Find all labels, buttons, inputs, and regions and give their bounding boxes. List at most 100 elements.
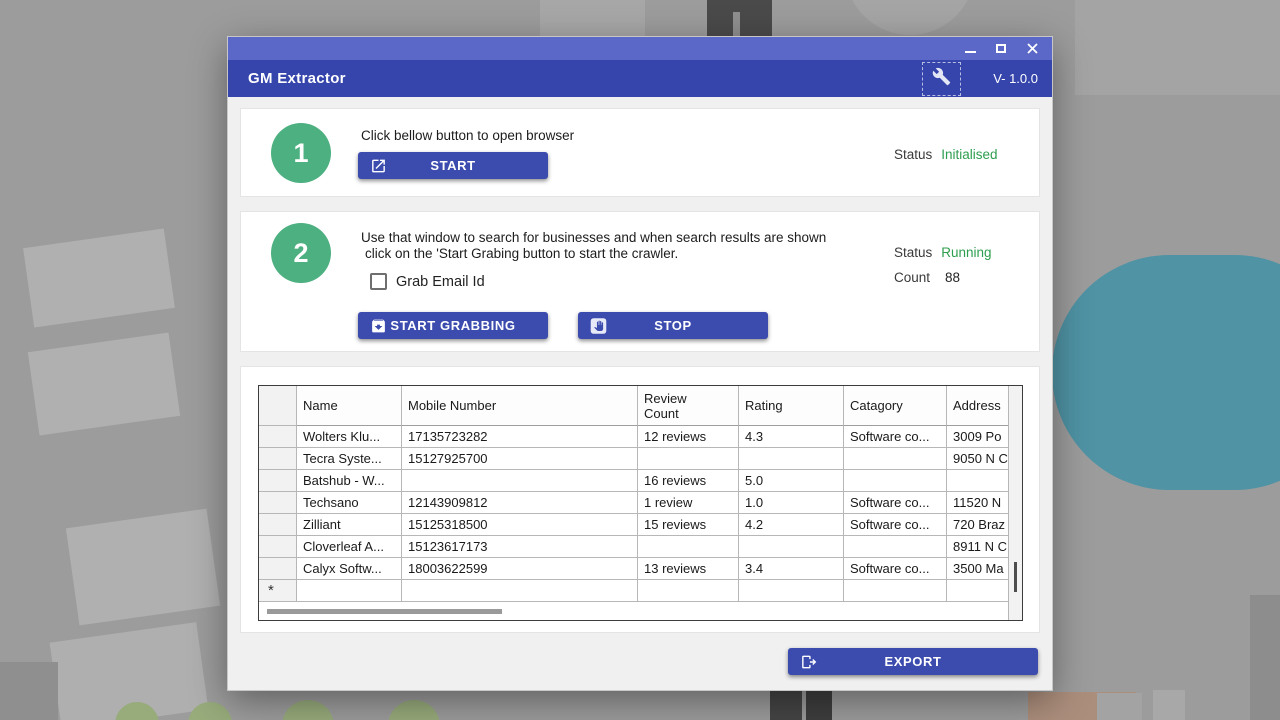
step2-count: Count 88 [894, 270, 960, 285]
table-cell[interactable]: Calyx Softw... [297, 558, 402, 580]
table-cell[interactable]: Software co... [844, 492, 947, 514]
table-row: Tecra Syste...15127925700 9050 N C [259, 448, 1008, 470]
open-in-new-icon [370, 157, 387, 174]
table-cell[interactable]: Techsano [297, 492, 402, 514]
stop-button[interactable]: STOP [578, 312, 768, 339]
table-cell[interactable] [638, 448, 739, 470]
grab-email-label: Grab Email Id [396, 274, 485, 290]
table-cell[interactable]: 9050 N C [947, 448, 1008, 470]
horizontal-scrollbar[interactable] [259, 603, 1008, 620]
column-header-address[interactable]: Address [947, 386, 1008, 426]
export-button-label: EXPORT [884, 654, 941, 669]
status-label: Status [894, 147, 932, 162]
table-cell[interactable]: 15125318500 [402, 514, 638, 536]
table-cell[interactable] [947, 470, 1008, 492]
background-teal-blob [1052, 255, 1280, 490]
settings-tools-button[interactable] [922, 62, 961, 96]
background-shape [282, 700, 334, 720]
table-cell[interactable]: Tecra Syste... [297, 448, 402, 470]
column-header-review-count[interactable]: Review Count [638, 386, 739, 426]
app-title: GM Extractor [248, 70, 346, 87]
table-cell[interactable] [638, 580, 739, 602]
table-cell[interactable] [844, 536, 947, 558]
row-header-cell[interactable] [259, 514, 297, 536]
table-cell[interactable]: Software co... [844, 514, 947, 536]
table-cell[interactable]: 3500 Ma [947, 558, 1008, 580]
column-header-name[interactable]: Name [297, 386, 402, 426]
maximize-icon[interactable] [995, 43, 1007, 55]
table-cell[interactable] [638, 536, 739, 558]
table-corner-cell[interactable] [259, 386, 297, 426]
table-cell[interactable]: 3.4 [739, 558, 844, 580]
table-cell[interactable] [402, 470, 638, 492]
step2-card: 2 Use that window to search for business… [240, 211, 1040, 352]
table-cell[interactable] [844, 470, 947, 492]
table-cell[interactable]: Software co... [844, 558, 947, 580]
table-cell[interactable]: 15127925700 [402, 448, 638, 470]
table-cell[interactable]: 3009 Po [947, 426, 1008, 448]
background-shape [733, 12, 740, 37]
step2-number-badge: 2 [271, 223, 331, 283]
table-cell[interactable]: 1.0 [739, 492, 844, 514]
table-cell[interactable]: 5.0 [739, 470, 844, 492]
table-rows: Wolters Klu...1713572328212 reviews4.3So… [259, 426, 1008, 602]
table-cell[interactable]: 11520 N [947, 492, 1008, 514]
background-shape [66, 509, 220, 626]
table-cell[interactable]: 4.2 [739, 514, 844, 536]
table-cell[interactable] [402, 580, 638, 602]
start-button[interactable]: START [358, 152, 548, 179]
results-table: NameMobile NumberReview CountRatingCatag… [258, 385, 1023, 621]
tools-icon [932, 67, 951, 91]
start-grabbing-button[interactable]: START GRABBING [358, 312, 548, 339]
table-cell[interactable]: 12143909812 [402, 492, 638, 514]
table-cell[interactable]: 15 reviews [638, 514, 739, 536]
vertical-scrollbar-thumb[interactable] [1014, 562, 1017, 592]
export-button[interactable]: EXPORT [788, 648, 1038, 675]
grab-email-checkbox[interactable] [370, 273, 387, 290]
table-cell[interactable] [739, 448, 844, 470]
table-cell[interactable]: Cloverleaf A... [297, 536, 402, 558]
vertical-scrollbar[interactable] [1008, 386, 1022, 620]
table-cell[interactable] [844, 580, 947, 602]
row-header-cell[interactable] [259, 558, 297, 580]
table-cell[interactable]: 4.3 [739, 426, 844, 448]
table-cell[interactable]: 720 Braz [947, 514, 1008, 536]
table-cell[interactable]: Batshub - W... [297, 470, 402, 492]
row-header-cell[interactable]: * [259, 580, 297, 602]
table-cell[interactable]: 18003622599 [402, 558, 638, 580]
row-header-cell[interactable] [259, 448, 297, 470]
table-cell[interactable]: 17135723282 [402, 426, 638, 448]
table-cell[interactable] [297, 580, 402, 602]
hand-stop-icon [590, 317, 607, 334]
row-header-cell[interactable] [259, 470, 297, 492]
table-cell[interactable]: 13 reviews [638, 558, 739, 580]
column-header-catagory[interactable]: Catagory [844, 386, 947, 426]
table-cell[interactable] [739, 536, 844, 558]
row-header-cell[interactable] [259, 492, 297, 514]
table-cell[interactable]: 16 reviews [638, 470, 739, 492]
table-cell[interactable]: Software co... [844, 426, 947, 448]
step1-status: Status Initialised [894, 147, 998, 162]
table-cell[interactable] [844, 448, 947, 470]
column-header-mobile-number[interactable]: Mobile Number [402, 386, 638, 426]
table-cell[interactable]: 8911 N C [947, 536, 1008, 558]
table-cell[interactable] [739, 580, 844, 602]
background-shape [1250, 595, 1280, 720]
row-header-cell[interactable] [259, 536, 297, 558]
table-row: * [259, 580, 1008, 602]
table-row: Cloverleaf A...15123617173 8911 N C [259, 536, 1008, 558]
table-main: NameMobile NumberReview CountRatingCatag… [259, 386, 1008, 620]
column-header-rating[interactable]: Rating [739, 386, 844, 426]
row-header-cell[interactable] [259, 426, 297, 448]
table-cell[interactable]: Zilliant [297, 514, 402, 536]
horizontal-scrollbar-thumb[interactable] [267, 609, 502, 614]
minimize-icon[interactable] [964, 43, 976, 55]
table-cell[interactable]: 1 review [638, 492, 739, 514]
table-cell[interactable]: Wolters Klu... [297, 426, 402, 448]
table-cell[interactable]: 12 reviews [638, 426, 739, 448]
table-cell[interactable] [947, 580, 1008, 602]
step2-instruction-line2: click on the 'Start Grabing button to st… [365, 246, 678, 261]
export-exit-icon [800, 653, 817, 670]
table-cell[interactable]: 15123617173 [402, 536, 638, 558]
close-icon[interactable] [1026, 43, 1038, 55]
